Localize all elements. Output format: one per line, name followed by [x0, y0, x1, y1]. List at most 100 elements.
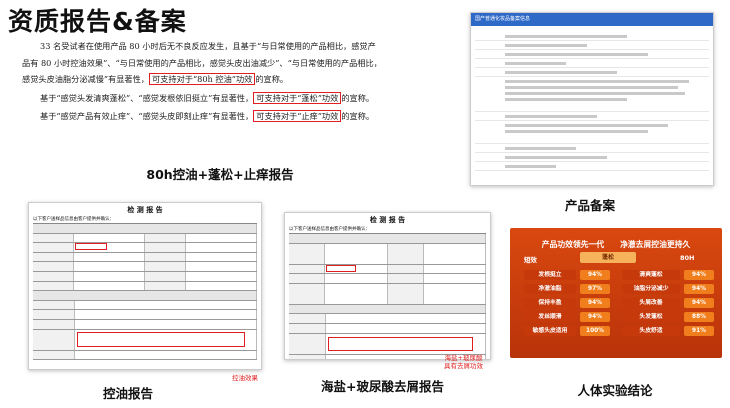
- filing-row: ·: [475, 162, 709, 171]
- metric-label: 保持丰盈: [524, 298, 576, 308]
- table-cell: [145, 233, 186, 243]
- headline-right: 净澈去屑控油更持久: [620, 240, 691, 249]
- table-cell: [33, 310, 75, 319]
- oil-report-table: [33, 223, 257, 361]
- highlight-box: [326, 264, 357, 272]
- metric-value: 91%: [684, 326, 714, 336]
- report-text: 基于“感觉产品有效止痒”、“感觉头皮即刻止痒”有显著性，: [40, 111, 254, 121]
- table-cell: [424, 243, 486, 264]
- report-paragraph-3: 基于“感觉产品有效止痒”、“感觉头皮即刻止痒”有显著性， 可支持对于“止痒”功效的…: [22, 108, 382, 125]
- product-filing-caption: 产品备案: [564, 198, 615, 213]
- table-cell: [325, 274, 388, 283]
- metric-value: 100%: [580, 326, 610, 336]
- filing-key: ·: [475, 61, 476, 65]
- col-long: 80H: [680, 254, 695, 262]
- metric-label: 发丝顺滑: [524, 312, 576, 322]
- table-cell: [326, 314, 486, 323]
- table-cell: [33, 262, 74, 271]
- table-cell: [289, 234, 486, 243]
- table-cell: [33, 350, 75, 360]
- metric-value: 88%: [684, 312, 714, 322]
- filing-row: ·: [475, 41, 709, 50]
- table-cell: [186, 243, 257, 252]
- main-report-text: 33 名受试者在使用产品 80 小时后无不良反应发生，且基于“与日常使用的产品相…: [22, 38, 382, 127]
- table-cell: [424, 264, 486, 274]
- filing-row: ·: [475, 112, 709, 121]
- metric-value: 94%: [580, 270, 610, 280]
- salt-report-doc: 检 测 报 告 以下客户送样品信息由客户提供并确认：: [284, 212, 491, 360]
- oil-report-heading: 检 测 报 告: [127, 206, 163, 214]
- filing-row: ·: [475, 68, 709, 77]
- table-cell: [75, 319, 257, 329]
- table-row: [289, 264, 486, 275]
- table-cell: [145, 262, 186, 271]
- table-cell: [33, 291, 257, 300]
- table-row: [289, 323, 486, 334]
- filing-key: ·: [475, 52, 476, 56]
- table-row: [33, 310, 257, 320]
- table-cell: [75, 329, 257, 350]
- table-cell: [33, 233, 74, 243]
- filing-key: ·: [475, 164, 476, 168]
- table-cell: [289, 323, 326, 333]
- filing-key: ·: [475, 146, 476, 150]
- table-cell: [387, 274, 424, 283]
- table-row: [33, 350, 257, 361]
- claim-highlight: 可支持对于“止痒”功效: [253, 110, 342, 122]
- page-title: 资质报告&备案: [8, 7, 187, 36]
- filing-row: ·: [475, 32, 709, 41]
- claim-highlight: 可支持对于“蓬松”功效: [253, 91, 342, 104]
- table-cell: [325, 264, 388, 274]
- report-paragraph-1: 33 名受试者在使用产品 80 小时后无不良反应发生，且基于“与日常使用的产品相…: [22, 38, 382, 88]
- table-cell: [387, 243, 424, 264]
- filing-row: ·: [475, 153, 709, 162]
- oil-report-subheading: 以下客户送样品信息由客户提供并确认：: [33, 217, 114, 222]
- table-row: [33, 243, 257, 253]
- metric-value: 97%: [580, 284, 610, 294]
- table-cell: [74, 243, 145, 252]
- metric-label: 净澈油脂: [524, 284, 576, 294]
- table-row: [33, 329, 257, 351]
- filing-key: ·: [475, 114, 476, 118]
- table-cell: [326, 323, 486, 333]
- table-row: [289, 304, 486, 315]
- table-row: [33, 281, 257, 292]
- table-cell: [33, 319, 75, 329]
- salt-report-caption: 海盐+玻尿酸去屑报告: [321, 379, 444, 394]
- table-cell: [75, 350, 257, 360]
- table-row: [33, 224, 257, 234]
- table-cell: [33, 243, 74, 252]
- table-cell: [289, 304, 486, 314]
- salt-report-subheading: 以下客户送样品信息由客户提供并确认：: [289, 227, 370, 232]
- table-cell: [33, 271, 74, 281]
- table-row: [33, 300, 257, 311]
- report-text: 的宣称。: [341, 92, 375, 103]
- metric-label: 清爽蓬松: [622, 270, 680, 280]
- table-cell: [74, 262, 145, 271]
- filing-key: ·: [475, 34, 476, 38]
- table-cell: [186, 281, 257, 291]
- highlight-box: [327, 336, 474, 351]
- table-cell: [145, 252, 186, 262]
- filing-row: ·: [475, 50, 709, 59]
- metric-label: 头屑改善: [622, 298, 680, 308]
- table-cell: [33, 281, 74, 291]
- filing-row: ·: [475, 77, 709, 112]
- metric-label: 发根挺立: [524, 270, 576, 280]
- metric-value: 94%: [580, 298, 610, 308]
- table-cell: [33, 224, 257, 233]
- metric-value: 94%: [684, 270, 714, 280]
- highlight-box: [74, 243, 107, 251]
- metric-label: 敏感头皮适用: [524, 326, 576, 336]
- highlight-box: [76, 331, 246, 347]
- filing-header: 国产普通化妆品备案信息: [471, 13, 713, 26]
- headline-left: 产品功效领先一代: [541, 240, 605, 249]
- salt-note-line-2: 具有去屑功效: [444, 362, 483, 370]
- table-cell: [289, 333, 326, 354]
- human-test-panel: 产品功效领先一代 净澈去屑控油更持久 短效 蓬松 80H 发根挺立 94% 净澈…: [510, 228, 722, 358]
- table-cell: [186, 233, 257, 243]
- filing-row: ·: [475, 144, 709, 153]
- table-row: [289, 314, 486, 324]
- table-cell: [289, 283, 326, 304]
- table-cell: [325, 283, 388, 304]
